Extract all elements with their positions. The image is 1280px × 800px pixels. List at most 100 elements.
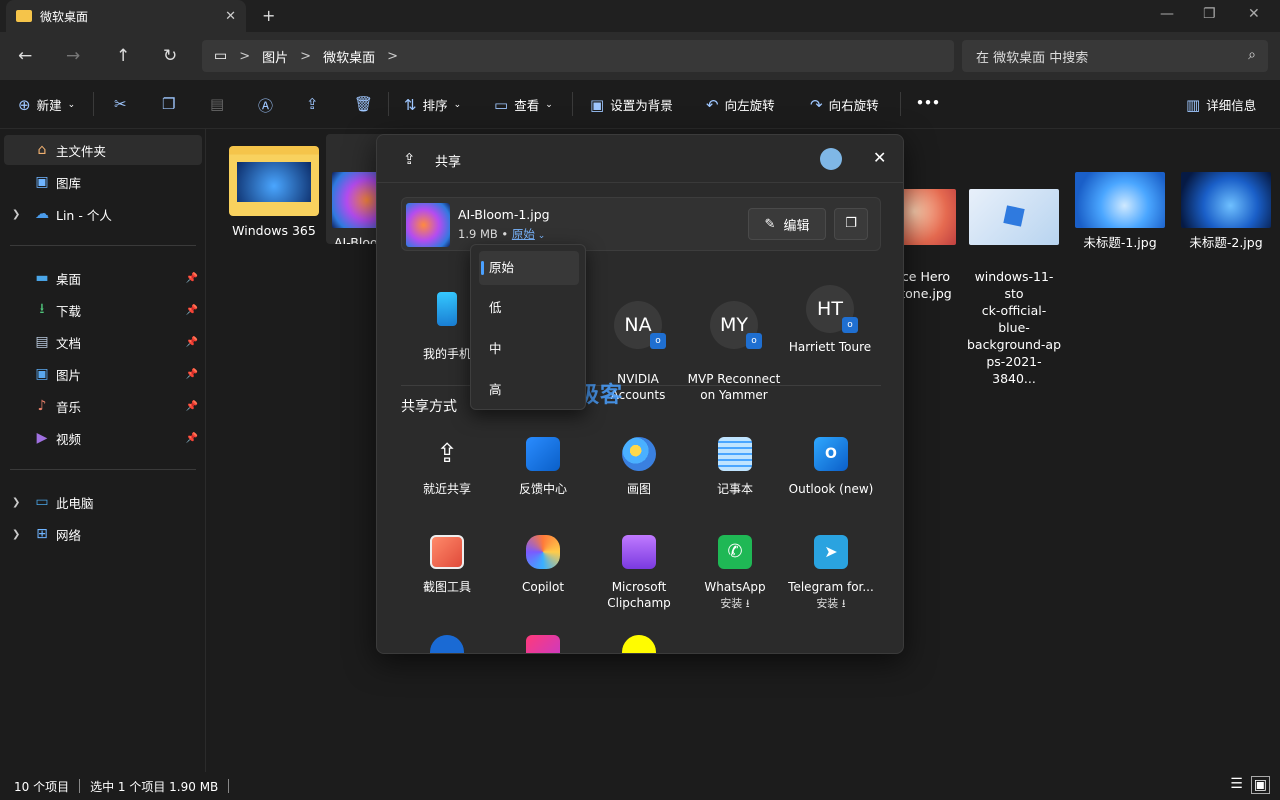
app-nearby-share[interactable]: ⇪ 就近共享 bbox=[399, 437, 495, 497]
contact-harriett[interactable]: HT o Harriett Toure bbox=[782, 285, 878, 355]
clipchamp-icon bbox=[622, 535, 656, 569]
up-button[interactable]: ↑ bbox=[116, 46, 130, 66]
sort-button[interactable]: ⇅ 排序 ⌄ bbox=[404, 95, 461, 114]
image-thumbnail bbox=[896, 189, 956, 245]
image-thumbnail bbox=[332, 172, 382, 228]
app-telegram[interactable]: ➤ Telegram for... 安装 ⭳ bbox=[783, 535, 879, 612]
minimize-button[interactable]: — bbox=[1160, 6, 1174, 22]
sidebar-item-downloads[interactable]: ⭳ 下载 📌 bbox=[4, 295, 202, 325]
app-outlook[interactable]: O Outlook (new) bbox=[783, 437, 879, 497]
chevron-right-icon: ❯ bbox=[12, 528, 21, 540]
file-item[interactable]: 未标题-2.jpg bbox=[1178, 172, 1274, 251]
edit-label: 编辑 bbox=[783, 218, 810, 234]
tab-close-icon[interactable]: ✕ bbox=[225, 9, 236, 24]
app-copilot[interactable]: Copilot bbox=[495, 535, 591, 595]
file-item[interactable]: windows-11-sto ck-official-blue- backgro… bbox=[966, 172, 1062, 387]
maximize-button[interactable]: ❐ bbox=[1203, 6, 1216, 22]
breadcrumb-separator[interactable]: > bbox=[387, 49, 398, 64]
folder-icon bbox=[16, 10, 32, 22]
quality-dropdown[interactable]: 原始 bbox=[512, 227, 535, 241]
copy-button[interactable]: ❐ bbox=[162, 95, 175, 113]
quality-option-original[interactable]: 原始 bbox=[479, 251, 579, 285]
details-button[interactable]: ▥ 详细信息 bbox=[1186, 95, 1256, 114]
app-snapchat[interactable] bbox=[591, 635, 687, 653]
delete-button[interactable]: 🗑 bbox=[354, 95, 373, 113]
image-thumbnail bbox=[969, 189, 1059, 245]
image-thumbnail bbox=[1075, 172, 1165, 228]
sidebar-item-videos[interactable]: ▶ 视频 📌 bbox=[4, 423, 202, 453]
search-input[interactable]: 在 微软桌面 中搜索 ⌕ bbox=[962, 40, 1268, 72]
app-partial[interactable] bbox=[399, 635, 495, 653]
close-icon[interactable]: ✕ bbox=[873, 148, 886, 167]
app-snipping-tool[interactable]: 截图工具 bbox=[399, 535, 495, 595]
app-feedback-hub[interactable]: 反馈中心 bbox=[495, 437, 591, 497]
address-bar[interactable]: ▭ > 图片 > 微软桌面 > bbox=[202, 40, 954, 72]
pin-icon[interactable]: 📌 bbox=[186, 401, 198, 412]
quality-option-low[interactable]: 低 bbox=[479, 291, 579, 325]
set-background-label: 设置为背景 bbox=[610, 98, 673, 113]
tab-active[interactable]: 微软桌面 ✕ bbox=[6, 0, 246, 32]
more-button[interactable]: ••• bbox=[916, 95, 940, 110]
file-name: windows-11-sto ck-official-blue- backgro… bbox=[966, 269, 1062, 386]
rotate-right-icon: ↷ bbox=[810, 95, 823, 114]
edit-button[interactable]: ✎ 编辑 bbox=[748, 208, 826, 240]
install-label: 安装 ⭳ bbox=[720, 597, 750, 610]
rotate-right-button[interactable]: ↷ 向右旋转 bbox=[810, 95, 879, 114]
sidebar-item-pictures[interactable]: ▣ 图片 📌 bbox=[4, 359, 202, 389]
new-button[interactable]: ⊕ 新建 ⌄ bbox=[18, 95, 75, 114]
view-button[interactable]: ▭ 查看 ⌄ bbox=[494, 95, 553, 114]
close-button[interactable]: ✕ bbox=[1248, 6, 1260, 22]
details-view-icon[interactable]: ☰ bbox=[1230, 776, 1243, 794]
app-instagram[interactable] bbox=[495, 635, 591, 653]
new-tab-button[interactable]: + bbox=[262, 6, 275, 25]
cut-button[interactable]: ✂ bbox=[114, 95, 127, 113]
rename-button[interactable]: Ⓐ bbox=[258, 95, 273, 116]
forward-button[interactable]: → bbox=[66, 46, 80, 66]
share-button[interactable]: ⇪ bbox=[306, 95, 319, 113]
sidebar-item-desktop[interactable]: ▬ 桌面 📌 bbox=[4, 263, 202, 293]
sidebar-item-label: 此电脑 bbox=[56, 495, 94, 511]
app-notepad[interactable]: 记事本 bbox=[687, 437, 783, 497]
back-button[interactable]: ← bbox=[18, 46, 32, 66]
paste-button[interactable]: ▤ bbox=[210, 95, 224, 113]
pin-icon[interactable]: 📌 bbox=[186, 273, 198, 284]
sidebar-item-thispc[interactable]: ❯ ▭ 此电脑 bbox=[4, 487, 202, 517]
file-item[interactable]: 未标题-1.jpg bbox=[1072, 172, 1168, 251]
title-bar: 微软桌面 ✕ + — ❐ ✕ bbox=[0, 0, 1280, 32]
app-whatsapp[interactable]: ✆ WhatsApp 安装 ⭳ bbox=[687, 535, 783, 612]
app-paint[interactable]: 画图 bbox=[591, 437, 687, 497]
app-name: 画图 bbox=[626, 482, 651, 496]
sidebar-item-network[interactable]: ❯ ⊞ 网络 bbox=[4, 519, 202, 549]
sidebar-item-music[interactable]: ♪ 音乐 📌 bbox=[4, 391, 202, 421]
chevron-down-icon[interactable]: ⌄ bbox=[535, 231, 546, 241]
cloud-icon: ☁ bbox=[35, 206, 49, 222]
copy-button[interactable]: ❐ bbox=[834, 208, 868, 240]
set-background-button[interactable]: ▣ 设置为背景 bbox=[590, 95, 673, 114]
sidebar-item-documents[interactable]: ▤ 文档 📌 bbox=[4, 327, 202, 357]
quality-menu: 原始 低 中 高 bbox=[470, 244, 586, 410]
file-name: 未标题-2.jpg bbox=[1189, 235, 1263, 250]
paint-icon bbox=[622, 437, 656, 471]
pin-icon[interactable]: 📌 bbox=[186, 305, 198, 316]
sidebar-item-onedrive[interactable]: ❯ ☁ Lin - 个人 bbox=[4, 199, 202, 229]
file-item[interactable]: Windows 365 bbox=[226, 146, 322, 239]
tiles-view-icon[interactable]: ▣ bbox=[1250, 776, 1270, 794]
breadcrumb-item[interactable]: 微软桌面 bbox=[323, 47, 375, 66]
refresh-button[interactable]: ↻ bbox=[163, 46, 177, 66]
sidebar-item-home[interactable]: ⌂ 主文件夹 bbox=[4, 135, 202, 165]
pin-icon[interactable]: 📌 bbox=[186, 337, 198, 348]
quality-option-medium[interactable]: 中 bbox=[479, 332, 579, 366]
rotate-left-button[interactable]: ↶ 向左旋转 bbox=[706, 95, 775, 114]
contact-name: 我的手机 bbox=[422, 347, 471, 361]
contact-initials: MY bbox=[720, 314, 748, 336]
app-name: 就近共享 bbox=[422, 482, 471, 496]
sidebar-item-label: 网络 bbox=[56, 527, 82, 543]
breadcrumb-item[interactable]: 图片 bbox=[262, 47, 288, 66]
pin-icon[interactable]: 📌 bbox=[186, 433, 198, 444]
quality-option-high[interactable]: 高 bbox=[479, 373, 579, 407]
avatar[interactable] bbox=[820, 148, 842, 170]
sidebar-item-gallery[interactable]: ▣ 图库 bbox=[4, 167, 202, 197]
app-clipchamp[interactable]: Microsoft Clipchamp bbox=[591, 535, 687, 611]
video-icon: ▶ bbox=[36, 430, 48, 446]
pin-icon[interactable]: 📌 bbox=[186, 369, 198, 380]
